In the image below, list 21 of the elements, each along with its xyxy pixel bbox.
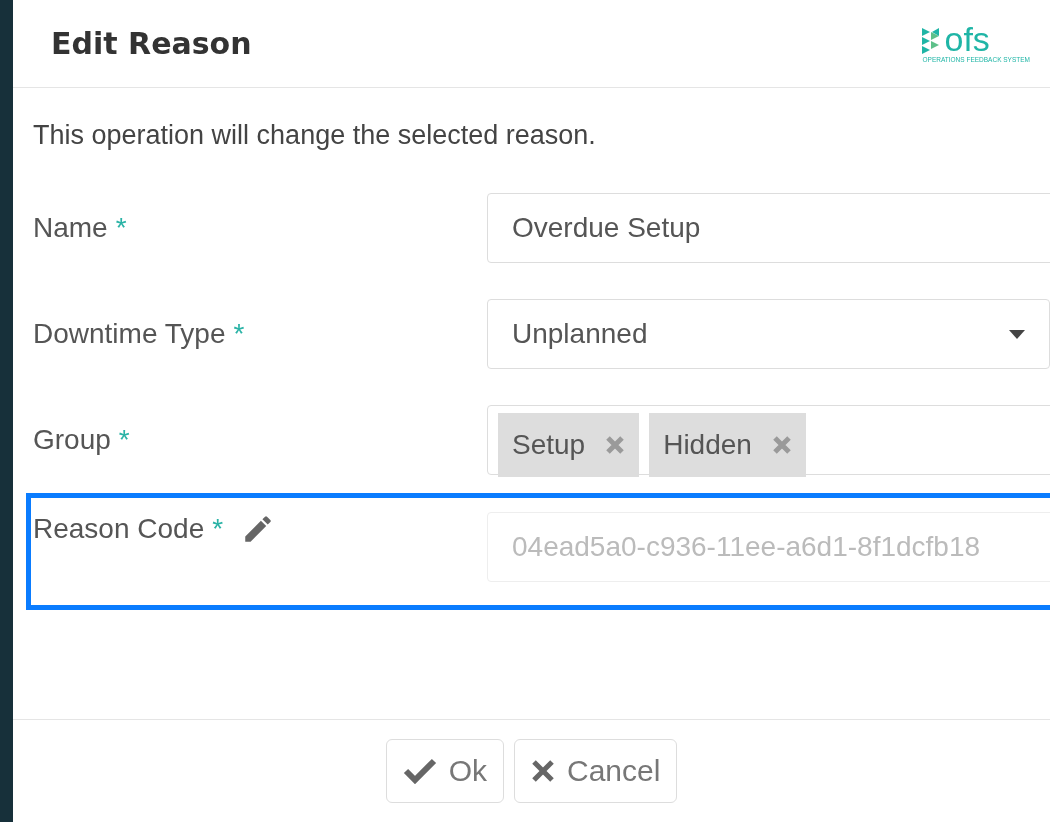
field-label: Reason Code (33, 513, 205, 545)
tag-label: Hidden (663, 429, 752, 461)
dialog-title: Edit Reason (51, 26, 252, 61)
tag-label: Setup (512, 429, 586, 461)
tags-field[interactable]: Setup Hidden (487, 405, 1050, 475)
required-mark: * (115, 212, 127, 244)
cancel-button[interactable]: Cancel (513, 739, 678, 803)
required-mark: * (233, 318, 245, 350)
field-value: 04ead5a0-c936-11ee-a6d1-8f1dcfb18 (512, 531, 981, 563)
message-text: This operation will change the selected reason. (33, 120, 597, 151)
logo-text: ofs (944, 23, 990, 54)
dropdown-value: Unplanned (512, 318, 648, 350)
required-mark: * (118, 424, 130, 456)
field-label: Downtime Type (33, 318, 226, 350)
field-label: Group (33, 424, 111, 456)
ok-button[interactable]: Ok (385, 739, 504, 803)
field-value: Overdue Setup (512, 212, 701, 244)
input-field[interactable]: Overdue Setup (487, 193, 1050, 263)
field-label: Name (33, 212, 108, 244)
required-mark: * (212, 513, 224, 545)
dropdown-field[interactable]: Unplanned (487, 299, 1050, 369)
